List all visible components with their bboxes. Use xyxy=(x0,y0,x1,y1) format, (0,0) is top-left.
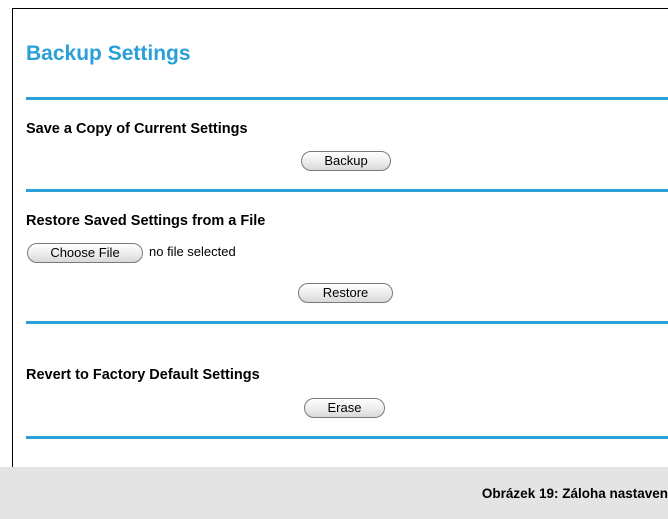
save-section-heading: Save a Copy of Current Settings xyxy=(26,121,248,137)
file-status-text: no file selected xyxy=(149,244,236,259)
restore-section-heading: Restore Saved Settings from a File xyxy=(26,213,266,229)
caption-bar: Obrázek 19: Záloha nastaven xyxy=(0,467,668,519)
revert-section-heading: Revert to Factory Default Settings xyxy=(26,367,260,383)
section-divider xyxy=(26,189,668,192)
erase-button[interactable]: Erase xyxy=(304,398,385,418)
section-divider xyxy=(26,436,668,439)
page-title: Backup Settings xyxy=(26,42,191,65)
restore-button[interactable]: Restore xyxy=(298,283,393,303)
figure-caption: Obrázek 19: Záloha nastaven xyxy=(481,486,668,501)
section-divider xyxy=(26,97,668,100)
section-divider xyxy=(26,321,668,324)
backup-button[interactable]: Backup xyxy=(301,151,391,171)
choose-file-button[interactable]: Choose File xyxy=(27,243,143,263)
